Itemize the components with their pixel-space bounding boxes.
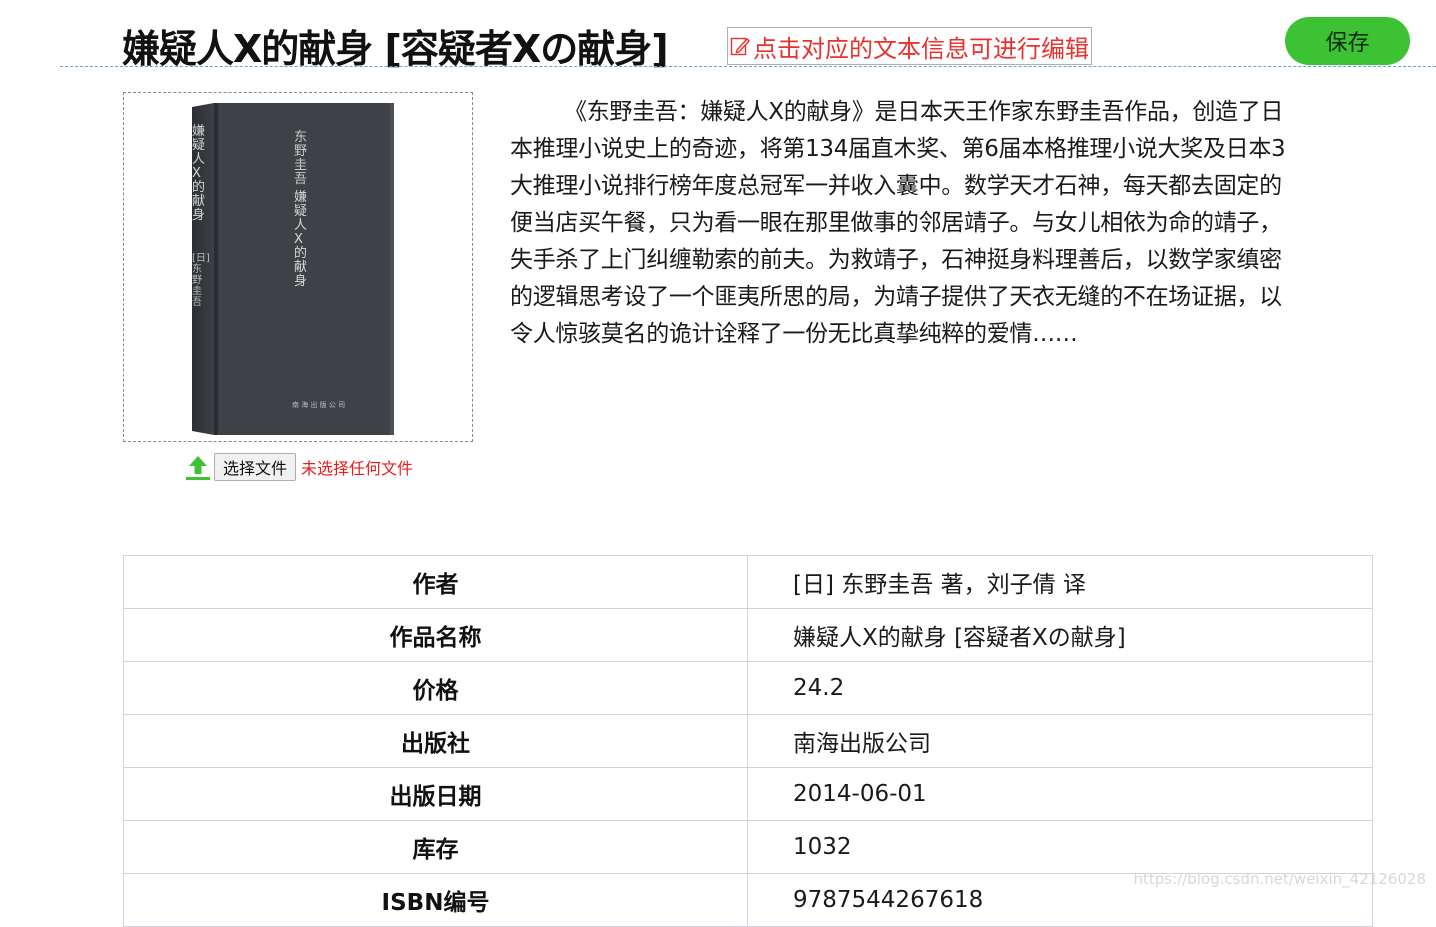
- row-label: 库存: [123, 820, 748, 874]
- watermark: https://blog.csdn.net/weixin_42126028: [1133, 870, 1426, 888]
- row-label: 作品名称: [123, 608, 748, 662]
- row-value[interactable]: [日] 东野圭吾 著，刘子倩 译: [747, 555, 1373, 609]
- spine-title: 嫌疑人X的献身: [192, 124, 206, 223]
- header: 嫌疑人X的献身 [容疑者Xの献身] 点击对应的文本信息可进行编辑 保存: [0, 0, 1436, 71]
- row-value[interactable]: 2014-06-01: [747, 767, 1373, 821]
- table-row: 出版社 南海出版公司: [123, 714, 1373, 768]
- row-value[interactable]: 24.2: [747, 661, 1373, 715]
- edit-hint: 点击对应的文本信息可进行编辑: [727, 27, 1092, 65]
- table-row: 作者 [日] 东野圭吾 著，刘子倩 译: [123, 555, 1373, 609]
- spine-author: [日] 东野圭吾: [192, 253, 210, 308]
- book-cover-image: 南 海 出 版 公 司: [192, 103, 394, 435]
- table-row: 库存 1032: [123, 820, 1373, 874]
- row-label: 出版日期: [123, 767, 748, 821]
- table-row: 出版日期 2014-06-01: [123, 767, 1373, 821]
- svg-text:南 海 出 版 公 司: 南 海 出 版 公 司: [292, 400, 345, 409]
- table-row: 作品名称 嫌疑人X的献身 [容疑者Xの献身]: [123, 608, 1373, 662]
- cover-upload: 选择文件 未选择任何文件: [185, 452, 413, 482]
- edit-icon: [730, 37, 750, 56]
- file-status: 未选择任何文件: [301, 459, 414, 478]
- save-button[interactable]: 保存: [1285, 17, 1410, 65]
- header-divider: [60, 66, 1436, 67]
- row-label: 作者: [123, 555, 748, 609]
- edit-hint-text: 点击对应的文本信息可进行编辑: [753, 34, 1089, 63]
- row-value[interactable]: 南海出版公司: [747, 714, 1373, 768]
- row-label: 价格: [123, 661, 748, 715]
- book-title[interactable]: 嫌疑人X的献身 [容疑者Xの献身]: [122, 18, 669, 73]
- row-value[interactable]: 1032: [747, 820, 1373, 874]
- book-description[interactable]: 《东野圭吾：嫌疑人X的献身》是日本天王作家东野圭吾作品，创造了日本推理小说史上的…: [510, 94, 1300, 353]
- upload-icon: [186, 456, 210, 480]
- table-row: 价格 24.2: [123, 661, 1373, 715]
- row-label: 出版社: [123, 714, 748, 768]
- row-value[interactable]: 嫌疑人X的献身 [容疑者Xの献身]: [747, 608, 1373, 662]
- row-label: ISBN编号: [123, 873, 748, 927]
- cover-author: 东野圭吾: [294, 130, 308, 187]
- cover-title: 嫌疑人X的献身: [294, 190, 308, 289]
- book-cover[interactable]: 南 海 出 版 公 司 嫌疑人X的献身 [日] 东野圭吾 东野圭吾 嫌疑人X的献…: [123, 92, 473, 442]
- choose-file-button[interactable]: 选择文件: [214, 453, 297, 481]
